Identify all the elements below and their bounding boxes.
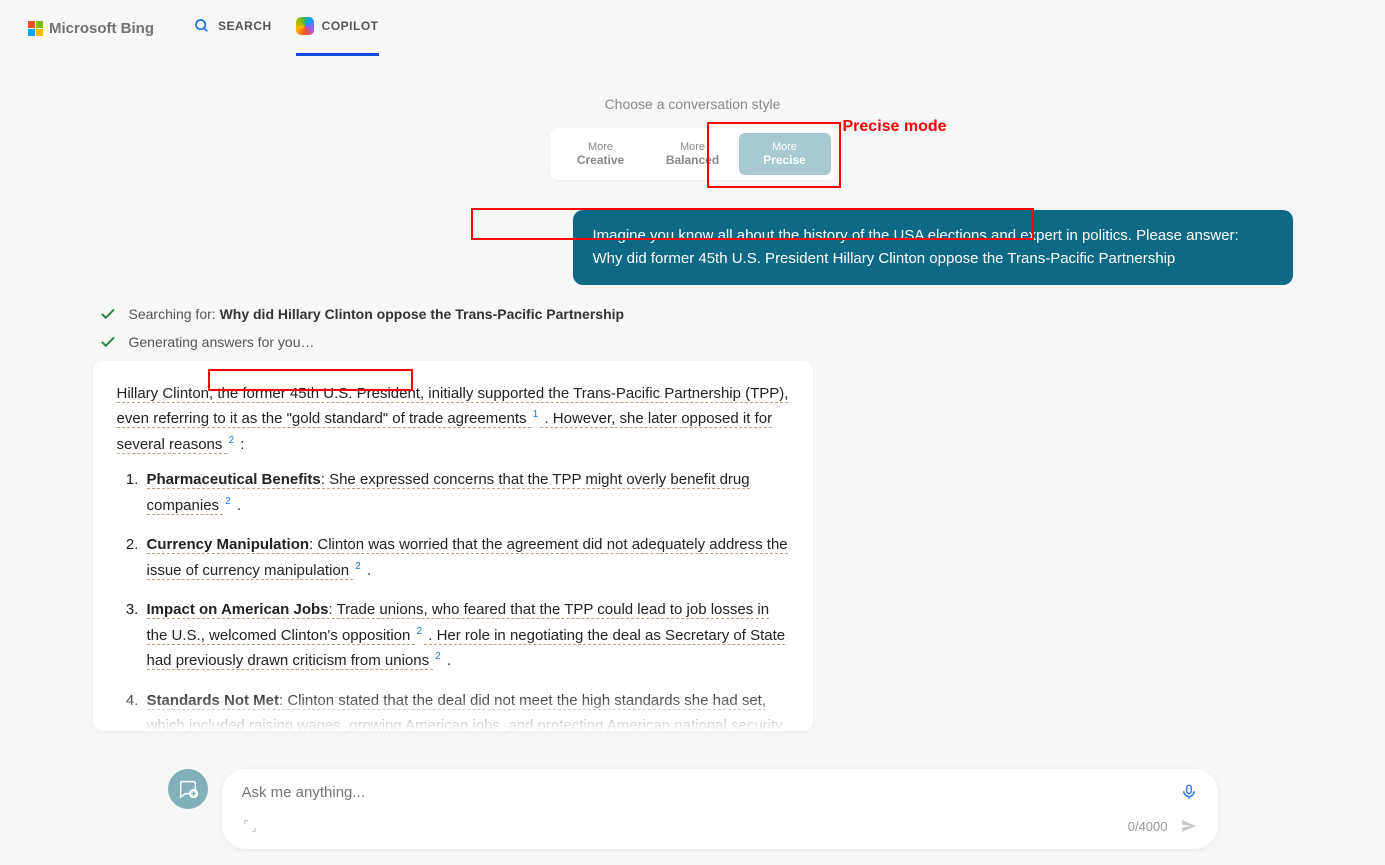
answer-intro: Hillary Clinton, the former 45th U.S. Pr… [117, 381, 789, 458]
citation[interactable]: 2 [353, 561, 363, 572]
searching-query: Why did Hillary Clinton oppose the Trans… [220, 306, 625, 322]
style-heading: Choose a conversation style [93, 96, 1293, 112]
annotation-precise-label: Precise mode [843, 118, 947, 136]
tab-search[interactable]: SEARCH [194, 0, 272, 56]
style-group: More Creative More Balanced More Precise [550, 128, 836, 180]
status-searching: Searching for: Why did Hillary Clinton o… [99, 305, 1293, 323]
char-counter: 0/4000 [1128, 819, 1168, 834]
microphone-icon[interactable] [1180, 783, 1198, 801]
style-selector: More Creative More Balanced More Precise… [93, 128, 1293, 180]
bing-logo[interactable]: Microsoft Bing [28, 20, 154, 37]
answer-point: Pharmaceutical Benefits: She expressed c… [143, 467, 789, 518]
answer-point: Currency Manipulation: Clinton was worri… [143, 532, 789, 583]
header: Microsoft Bing SEARCH COPILOT [0, 0, 1385, 56]
input-box[interactable]: 0/4000 [222, 769, 1218, 849]
style-prefix: More [749, 141, 821, 153]
input-area: 0/4000 [168, 769, 1218, 849]
new-topic-button[interactable] [168, 769, 208, 809]
search-icon [194, 18, 210, 34]
generating-label: Generating answers for you… [129, 334, 315, 350]
answer-point: Impact on American Jobs: Trade unions, w… [143, 597, 789, 674]
citation[interactable]: 2 [223, 496, 233, 507]
citation[interactable]: 2 [433, 651, 443, 662]
answer-card: Hillary Clinton, the former 45th U.S. Pr… [93, 361, 813, 731]
header-tabs: SEARCH COPILOT [194, 0, 379, 56]
expand-icon[interactable] [242, 818, 258, 834]
logo-text: Microsoft Bing [49, 20, 154, 37]
chat-plus-icon [177, 778, 199, 800]
style-label: Balanced [657, 153, 729, 167]
style-prefix: More [565, 141, 637, 153]
user-message-row: Imagine you know all about the history o… [93, 210, 1293, 285]
searching-label: Searching for: [129, 306, 220, 322]
citation[interactable]: 2 [227, 435, 237, 446]
tab-copilot[interactable]: COPILOT [296, 0, 379, 56]
style-creative[interactable]: More Creative [555, 133, 647, 175]
style-balanced[interactable]: More Balanced [647, 133, 739, 175]
tab-search-label: SEARCH [218, 19, 272, 33]
check-icon [99, 305, 117, 323]
citation[interactable]: 1 [531, 409, 541, 420]
main-content: Choose a conversation style More Creativ… [93, 56, 1293, 731]
check-icon [99, 333, 117, 351]
user-message: Imagine you know all about the history o… [573, 210, 1293, 285]
style-prefix: More [657, 141, 729, 153]
style-label: Precise [749, 153, 821, 167]
fade-overlay [93, 691, 813, 731]
style-label: Creative [565, 153, 637, 167]
send-icon[interactable] [1180, 817, 1198, 835]
status-generating: Generating answers for you… [99, 333, 1293, 351]
copilot-icon [296, 17, 314, 35]
citation[interactable]: 2 [415, 626, 425, 637]
tab-copilot-label: COPILOT [322, 19, 379, 33]
style-precise[interactable]: More Precise [739, 133, 831, 175]
chat-input[interactable] [242, 784, 1180, 801]
microsoft-logo-icon [28, 21, 43, 36]
input-right: 0/4000 [1128, 817, 1198, 835]
